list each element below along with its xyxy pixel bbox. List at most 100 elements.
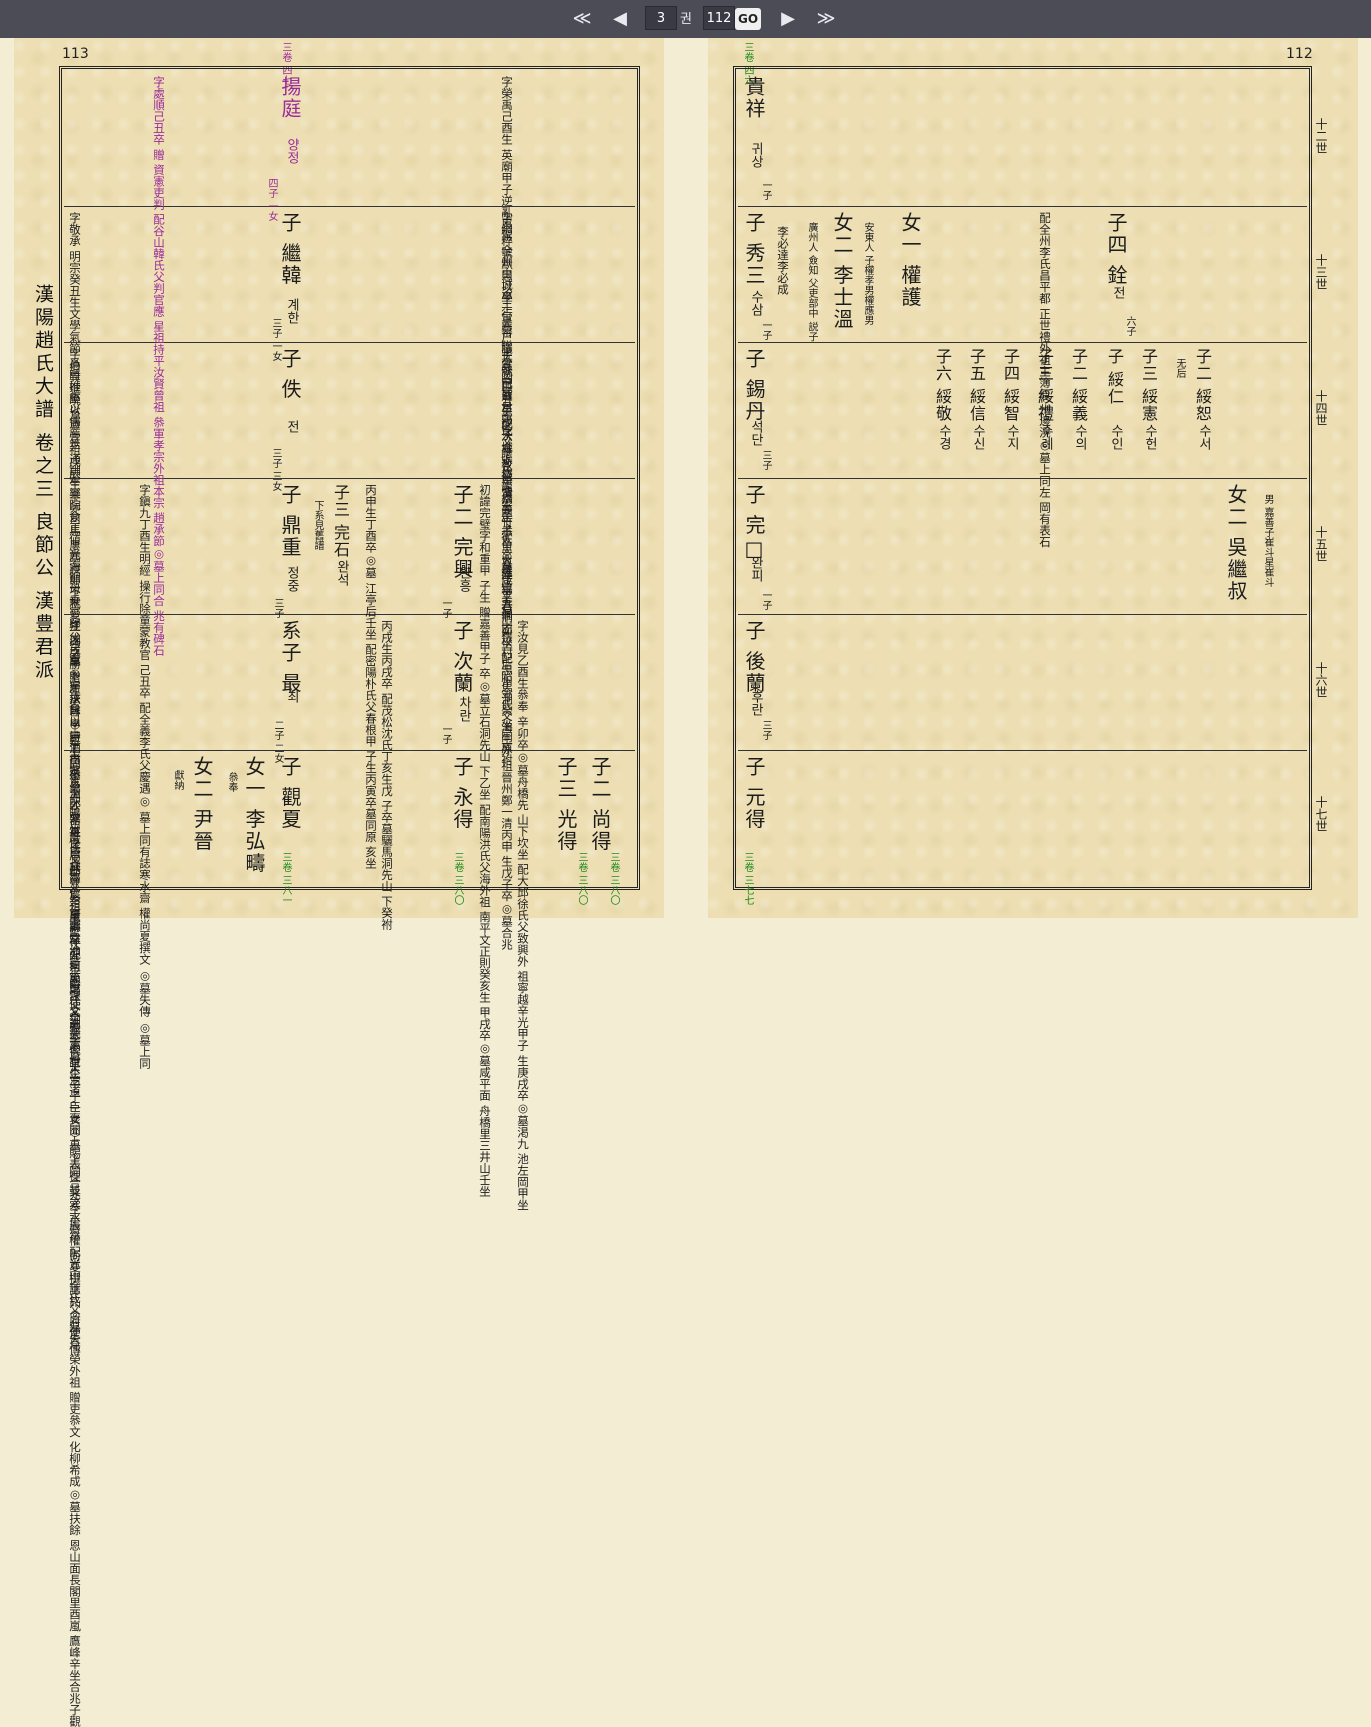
person-name: 子 元得	[742, 756, 766, 831]
children-count: 一子	[440, 724, 451, 744]
last-page-button[interactable]: ≫	[810, 5, 842, 33]
entry-note: 字綱粹號默愚以學 行薦户議不就己酉 卒 配沃城張氏甲寅生壬 子卒◎墓咸平大洞 面…	[500, 212, 514, 765]
person-korean-name: 수인	[1108, 424, 1123, 450]
entry-note: 字伯異號晩省齋 宣祖戊辰生辛卯司馬 屢薦寢郎不就愛江 湖之勝卜居扶餘以 詩酒自娛…	[68, 348, 82, 1356]
children-count: 三子	[760, 720, 771, 740]
person-name: 女二 尹晉	[190, 756, 214, 853]
row-divider	[64, 478, 635, 479]
bottom-volume-mark: 三卷 三八〇	[452, 852, 463, 906]
row-divider	[64, 206, 635, 207]
children-count: 四子 一女	[266, 178, 277, 222]
person-name: 子三 光得	[554, 756, 578, 853]
person-korean-name: 완피	[748, 556, 763, 582]
person-name: 子六 綏敬	[933, 348, 952, 423]
person-name: 子 錫丹	[742, 348, 766, 423]
entry-note: 下系見舊譜	[312, 500, 323, 550]
row-divider	[64, 342, 635, 343]
person-name: 子 完□	[742, 484, 766, 563]
row-divider	[738, 478, 1307, 479]
person-korean-name: 수서	[1196, 424, 1211, 450]
person-name: 子二 綏恕	[1193, 348, 1212, 423]
person-name: 子 次蘭	[450, 620, 474, 695]
person-korean-name: 양정	[284, 138, 299, 164]
person-name: 女二 李士溫	[830, 212, 854, 331]
person-korean-name: 수의	[1072, 424, 1087, 450]
bottom-volume-mark: 三卷 三八〇	[608, 852, 619, 906]
person-korean-name: 수경	[936, 424, 951, 450]
person-name: 子 綏仁	[1105, 348, 1124, 406]
person-korean-name: 수지	[1004, 424, 1019, 450]
person-korean-name: 수삼	[748, 290, 763, 316]
bottom-volume-mark: 三卷 三八〇	[576, 852, 587, 906]
entry-note: 李必達李必成	[776, 226, 790, 295]
person-korean-name: 전	[284, 420, 299, 433]
person-korean-name: 후란	[748, 690, 763, 716]
entry-note: 字敬承 明宗癸丑生文學氣節 爲時推重以儒薦筮 通訓宰樂院僉正値 光海錮母乗官歸 …	[68, 212, 82, 1091]
bottom-volume-mark: 三卷 三八一	[280, 852, 291, 906]
person-name: 子 鼎重	[278, 484, 302, 559]
generation-label: 十五世	[1314, 526, 1328, 562]
entry-note: 生父呂重◎字汝良 甲申生孝友篤至才 器甚優甲戌筮叅奉 至縣監治昌平時課 文訓武末…	[68, 620, 82, 1727]
entry-note: 安東人 子權孝男權應男	[862, 222, 873, 326]
person-name: 女一 權護	[898, 212, 922, 309]
entry-note: 字汝見乙酉生叅奉 辛卯卒◎墓舟橋先 山下坎坐 配大邱徐氏父致興外 祖寧越辛光甲子…	[516, 620, 530, 1211]
entry-note: 字榮禹己酉生 英廟甲子逆亂扈駕 全州山城卒于軍幕 贈兵叅 配延日鄭氏父應教徳 浩…	[500, 76, 514, 641]
person-korean-name: 계한	[284, 298, 299, 324]
children-count: 一子	[760, 180, 771, 200]
bottom-volume-mark: 三卷 三七七	[742, 852, 753, 906]
person-name: 子 繼韓	[278, 212, 302, 287]
person-name: 子 秀三	[742, 212, 766, 287]
children-count: 一子	[440, 598, 451, 618]
entry-note: 字處順己丑卒 贈 資憲吏判 配谷山韓氏父判官應 星祖持平汝賢曾祖 叅軍孝宗外祖本…	[152, 76, 166, 656]
person-korean-name: 수헌	[1142, 424, 1157, 450]
person-name: 子 佚	[278, 348, 302, 401]
children-count: 一子	[760, 320, 771, 340]
page-input[interactable]: 112	[703, 6, 735, 30]
generation-label: 十六世	[1314, 662, 1328, 698]
person-korean-name: 석단	[748, 420, 763, 446]
entry-note: 丙申生丁酉卒◎墓 江亭后壬坐 配密陽朴氏父春根甲 子生丙寅卒墓同原 亥坐	[364, 484, 378, 869]
person-name: 子四 銓	[1104, 212, 1128, 287]
generation-label: 十二世	[1314, 118, 1328, 154]
person-korean-name: 수신	[970, 424, 985, 450]
entry-note: 初諱完璧字和重甲 子生 贈嘉善甲子 卒◎墓立石洞先山 下乙坐 配南陽洪氏父海外祖…	[478, 484, 492, 1197]
generation-label: 十四世	[1314, 390, 1328, 426]
viewer-toolbar: ≪ ◀ 3 권 112 GO ▶ ≫	[0, 0, 1371, 38]
person-korean-name: 정중	[284, 566, 299, 592]
entry-note: 廣州人 僉知 父吏部中 説子	[806, 222, 817, 342]
entry-note: 字鎭九丁酉生明經 操行除童蒙教官 己丑卒 配全義李氏父慶遇◎ 墓上同有誌寒水齋 …	[138, 484, 152, 1070]
entry-note: 字應國己丑生戊子 卒◎墓龍橋面竹亭 里火爐店豆岩洞乙 坐 配忠州金氏父海生外 祖…	[500, 348, 514, 950]
entry-note: 男 嘉善子崔斗星崔斗	[1262, 494, 1273, 588]
person-name: 子二 綏義	[1069, 348, 1088, 423]
person-name: 子 永得	[450, 756, 474, 831]
generation-label: 十三世	[1314, 254, 1328, 290]
first-page-button[interactable]: ≪	[566, 5, 598, 33]
row-divider	[738, 206, 1307, 207]
person-name: 女一 李弘疇	[242, 756, 266, 875]
person-korean-name: 전	[1110, 286, 1125, 299]
prev-page-button[interactable]: ◀	[606, 5, 634, 33]
volume-unit-label: 권	[680, 12, 692, 27]
side-title: 漢陽趙氏大譜 卷之三 良節公 漢豊君派	[32, 284, 54, 683]
next-page-button[interactable]: ▶	[774, 5, 802, 33]
person-name: 子五 綏信	[967, 348, 986, 423]
person-name: 子三 完石	[331, 484, 350, 559]
children-count: 一子	[760, 590, 771, 610]
person-korean-name: 차란	[456, 696, 471, 722]
right-page-number: 112	[1286, 46, 1313, 62]
person-korean-name: 최	[284, 690, 299, 703]
entry-note: 无后	[1174, 358, 1185, 378]
person-korean-name: 수례	[1038, 424, 1053, 450]
person-korean-name: 귀상	[748, 142, 763, 168]
entry-note: 丙戌生丙戌卒 配茂松沈氏丁亥生戊 子卒墓驪馬洞先山 下癸祔	[380, 620, 394, 930]
person-korean-name: 완석	[334, 560, 349, 586]
person-name: 子 後蘭	[742, 620, 766, 695]
left-page-number: 113	[62, 46, 89, 62]
row-divider	[738, 614, 1307, 615]
entry-note: 獻納	[172, 770, 183, 790]
person-name: 子二 尚得	[588, 756, 612, 853]
go-button[interactable]: GO	[735, 8, 761, 30]
volume-input[interactable]: 3	[645, 6, 677, 30]
person-name: 揚庭	[278, 76, 302, 120]
person-name: 女二 吳繼叔	[1224, 484, 1248, 603]
